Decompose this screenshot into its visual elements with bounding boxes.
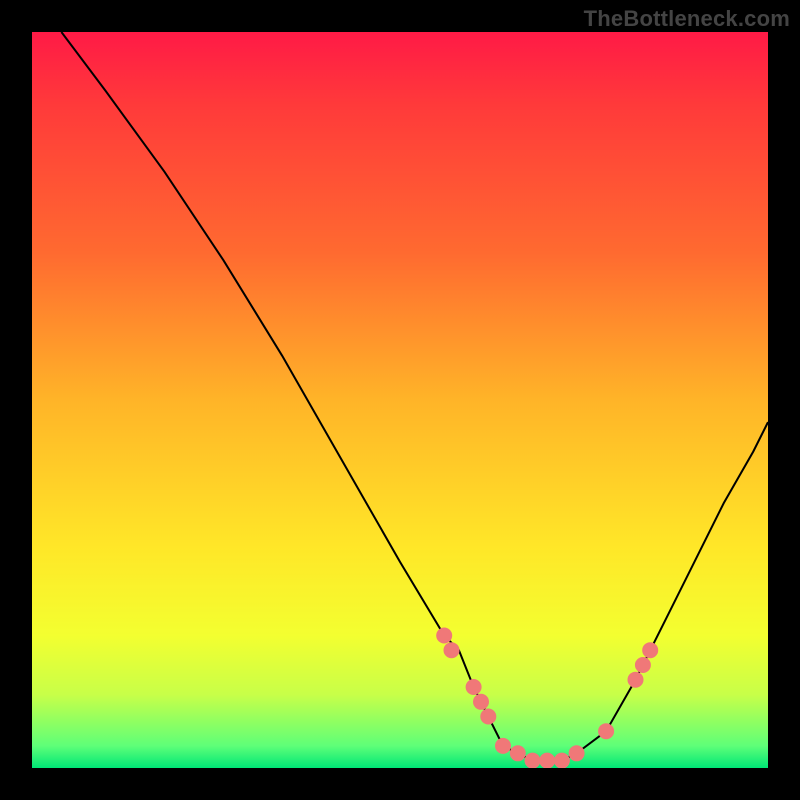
data-point bbox=[480, 709, 496, 725]
chart-frame: TheBottleneck.com bbox=[0, 0, 800, 800]
data-point bbox=[598, 723, 614, 739]
curve-svg bbox=[32, 32, 768, 768]
data-point bbox=[473, 694, 489, 710]
data-point bbox=[628, 672, 644, 688]
data-point bbox=[436, 628, 452, 644]
data-point bbox=[539, 753, 555, 768]
data-point bbox=[525, 753, 541, 768]
plot-area bbox=[32, 32, 768, 768]
data-point bbox=[635, 657, 651, 673]
watermark-text: TheBottleneck.com bbox=[584, 6, 790, 32]
data-point bbox=[569, 745, 585, 761]
data-point bbox=[510, 745, 526, 761]
data-point bbox=[466, 679, 482, 695]
data-point bbox=[444, 642, 460, 658]
data-points bbox=[436, 628, 658, 769]
data-point bbox=[554, 753, 570, 768]
data-point bbox=[642, 642, 658, 658]
bottleneck-curve bbox=[61, 32, 768, 761]
data-point bbox=[495, 738, 511, 754]
